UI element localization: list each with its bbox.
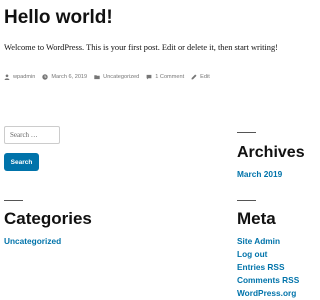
meta-author-label: wpadmin — [13, 74, 36, 80]
pencil-icon — [191, 74, 197, 80]
meta-category[interactable]: Uncategorized — [94, 74, 139, 80]
categories-divider — [4, 200, 23, 201]
folder-icon — [94, 75, 100, 80]
meta-link-wordpress-org[interactable]: WordPress.org — [237, 288, 296, 298]
user-icon — [4, 74, 10, 80]
meta-comments-label: 1 Comment — [155, 74, 185, 80]
search-input[interactable] — [4, 126, 60, 144]
meta-link-site-admin[interactable]: Site Admin — [237, 236, 280, 246]
meta-date[interactable]: March 6, 2019 — [42, 74, 87, 80]
search-button[interactable]: Search — [4, 153, 39, 171]
meta-divider — [237, 200, 256, 201]
archives-divider — [237, 132, 256, 133]
category-link-uncategorized[interactable]: Uncategorized — [4, 236, 61, 246]
post-content: Welcome to WordPress. This is your first… — [4, 43, 278, 52]
meta-date-label: March 6, 2019 — [51, 74, 88, 80]
archives-widget-title: Archives — [237, 144, 305, 161]
meta-widget-title: Meta — [237, 209, 276, 228]
clock-icon — [42, 74, 49, 80]
post-title[interactable]: Hello world! — [4, 6, 113, 30]
entry-meta: wpadmin March 6, 2019 Uncategorized 1 Co… — [4, 72, 217, 82]
meta-link-comments-rss[interactable]: Comments RSS — [237, 275, 299, 285]
meta-category-label: Uncategorized — [103, 74, 140, 80]
archive-link-march-2019[interactable]: March 2019 — [237, 169, 282, 179]
meta-edit[interactable]: Edit — [191, 74, 210, 80]
comment-icon — [146, 74, 152, 80]
meta-link-log-out[interactable]: Log out — [237, 249, 267, 259]
meta-link-entries-rss[interactable]: Entries RSS — [237, 262, 285, 272]
categories-widget-title: Categories — [4, 209, 92, 228]
meta-author[interactable]: wpadmin — [4, 74, 35, 80]
meta-comments[interactable]: 1 Comment — [146, 74, 184, 80]
meta-edit-label: Edit — [200, 74, 210, 80]
